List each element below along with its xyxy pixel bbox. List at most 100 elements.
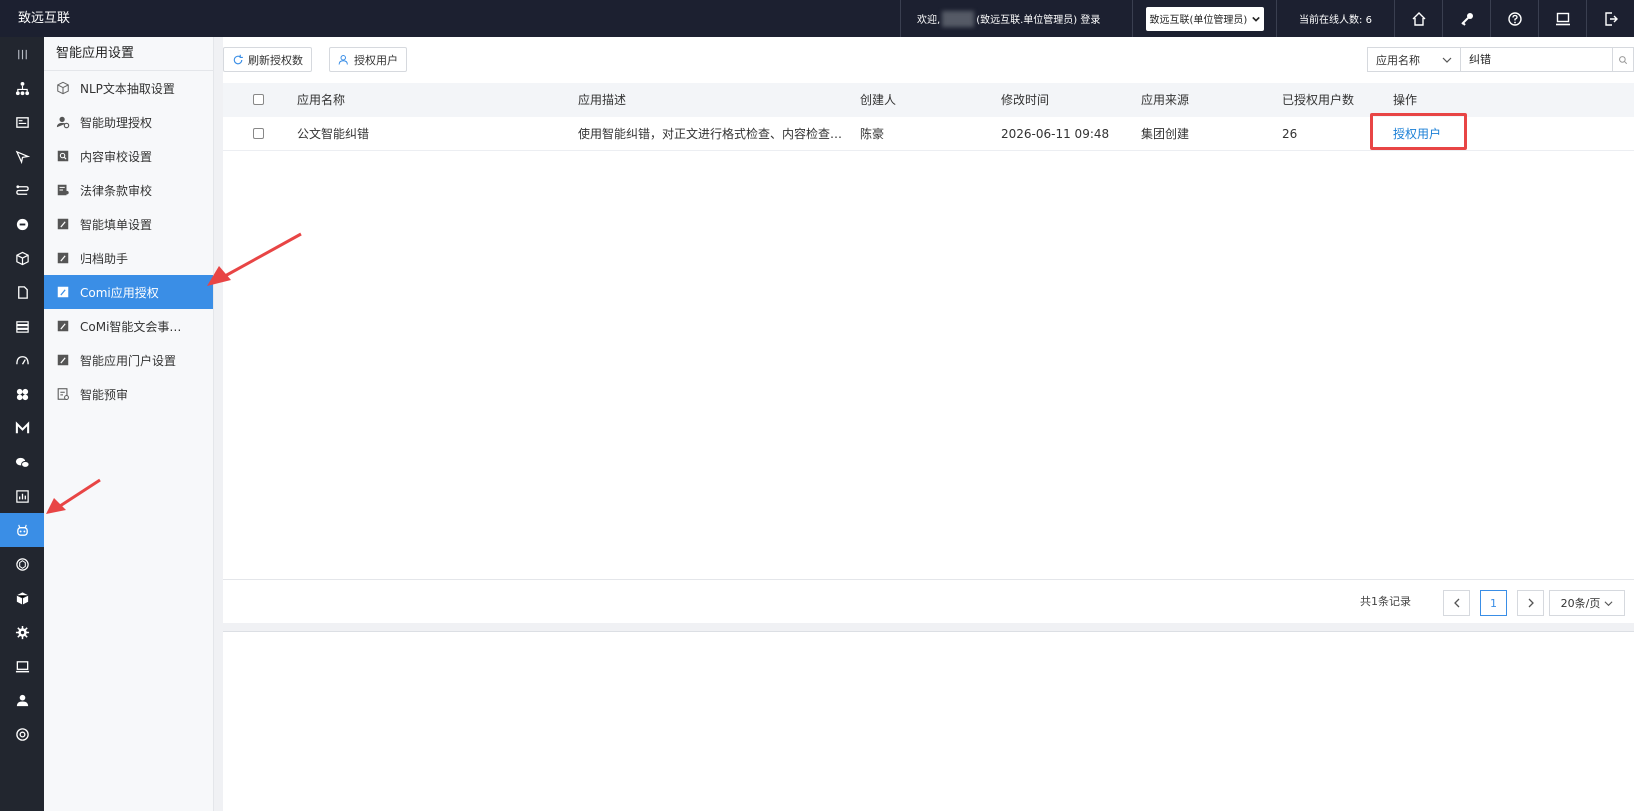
authorize-user-button[interactable]: 授权用户 (329, 47, 407, 72)
package-icon (16, 591, 28, 605)
sidebar-item-pre-review[interactable]: 智能预审 (44, 377, 213, 411)
nav-settings[interactable] (0, 615, 44, 649)
sidebar-title: 智能应用设置 (44, 37, 213, 71)
cell-app-description: 使用智能纠错，对正文进行格式检查、内容检查… (578, 127, 843, 141)
sidebar-item-comi-auth[interactable]: Comi应用授权 (44, 275, 213, 309)
nav-apps[interactable] (0, 377, 44, 411)
edit-icon (57, 354, 69, 366)
top-bar: 致远互联 欢迎, (致远互联.单位管理员) 登录 致远互联(单位管理员) 当前在… (0, 0, 1634, 37)
search-input[interactable]: 纠错 (1461, 47, 1613, 72)
nav-gauge[interactable] (0, 343, 44, 377)
sidebar-item-legal[interactable]: 法律条款审校 (44, 173, 213, 207)
user-name-redacted (942, 10, 975, 27)
nav-org[interactable] (0, 71, 44, 105)
filter-field-select[interactable]: 应用名称 (1367, 47, 1461, 72)
main-panel: 刷新授权数 授权用户 应用名称 纠错 应用名称 应用描述 创建人 修改时间 应用… (223, 37, 1634, 623)
logout-button[interactable] (1586, 0, 1634, 37)
pen-icon (15, 150, 30, 164)
cell-authorized-count: 26 (1282, 127, 1298, 141)
key-icon (1460, 12, 1473, 26)
gauge-icon (15, 355, 29, 365)
cube-icon (57, 81, 69, 95)
nav-form[interactable] (0, 105, 44, 139)
doc-user-icon (57, 184, 69, 196)
sidebar-item-content-review[interactable]: 内容审校设置 (44, 139, 213, 173)
app-icon-bar (0, 37, 44, 811)
nav-wechat[interactable] (0, 445, 44, 479)
key-button[interactable] (1442, 0, 1490, 37)
highlight-annotation-box (1370, 113, 1467, 150)
nav-support[interactable] (0, 717, 44, 751)
chevron-left-icon (1453, 598, 1459, 608)
menu-toggle[interactable] (0, 37, 44, 71)
nav-report[interactable] (0, 479, 44, 513)
cell-app-name: 公文智能纠错 (297, 127, 370, 141)
sidebar-item-archive[interactable]: 归档助手 (44, 241, 213, 275)
cell-source: 集团创建 (1141, 127, 1190, 141)
user-gear-icon (56, 116, 70, 129)
edit-icon (57, 218, 69, 230)
sidebar-item-form-fill[interactable]: 智能填单设置 (44, 207, 213, 241)
col-header-creator: 创建人 (860, 93, 897, 107)
nav-docs[interactable] (0, 275, 44, 309)
gear-icon (15, 625, 29, 639)
col-header-authorized: 已授权用户数 (1282, 93, 1355, 107)
nav-flow[interactable] (0, 173, 44, 207)
monitor-button[interactable] (1538, 0, 1586, 37)
detail-panel (223, 631, 1634, 811)
nav-archive[interactable] (0, 309, 44, 343)
edit-icon (57, 320, 69, 332)
sidebar-item-assistant[interactable]: 智能助理授权 (44, 105, 213, 139)
nav-mail[interactable] (0, 411, 44, 445)
nav-package[interactable] (0, 581, 44, 615)
cell-modified: 2026-06-11 09:48 (1001, 127, 1110, 141)
page-size-select[interactable]: 20条/页 (1549, 590, 1625, 616)
table-header: 应用名称 应用描述 创建人 修改时间 应用来源 已授权用户数 操作 (223, 83, 1634, 117)
settings-sidebar: 智能应用设置 NLP文本抽取设置 智能助理授权 内容审校设置 法律条款审校 智能… (44, 37, 214, 811)
pagination: 共1条记录 1 20条/页 (223, 579, 1634, 623)
prev-page-button[interactable] (1443, 590, 1470, 616)
chevron-right-icon (1528, 598, 1534, 608)
help-button[interactable] (1490, 0, 1538, 37)
col-header-modified: 修改时间 (1001, 93, 1050, 107)
chevron-down-icon (1442, 57, 1452, 63)
robot-icon (16, 524, 28, 536)
col-header-description: 应用描述 (578, 93, 627, 107)
report-icon (15, 489, 29, 503)
sidebar-item-portal[interactable]: 智能应用门户设置 (44, 343, 213, 377)
col-header-action: 操作 (1393, 93, 1418, 107)
support-icon (15, 727, 29, 741)
apps-icon (16, 388, 28, 400)
nav-pen[interactable] (0, 139, 44, 173)
edit-icon (57, 252, 69, 264)
chevron-down-icon (1604, 600, 1613, 606)
chevron-down-icon (1251, 16, 1260, 22)
user-add-icon (338, 54, 348, 65)
role-select[interactable]: 致远互联(单位管理员) (1145, 6, 1264, 31)
online-count: 当前在线人数: 6 (1276, 0, 1394, 37)
user-icon (16, 694, 28, 706)
nav-3d[interactable] (0, 547, 44, 581)
nav-ai-robot[interactable] (0, 513, 44, 547)
nav-cube[interactable] (0, 241, 44, 275)
page-button-current[interactable]: 1 (1480, 590, 1507, 616)
home-button[interactable] (1394, 0, 1442, 37)
row-checkbox[interactable] (253, 128, 264, 139)
document-icon (17, 285, 28, 299)
col-header-name: 应用名称 (297, 93, 346, 107)
sidebar-item-comi-meeting[interactable]: CoMi智能文会事… (44, 309, 213, 343)
desktop-icon (15, 660, 29, 672)
nav-user[interactable] (0, 683, 44, 717)
nav-badge[interactable] (0, 207, 44, 241)
org-chart-icon (15, 81, 29, 95)
edit-icon (57, 286, 69, 298)
nav-desktop[interactable] (0, 649, 44, 683)
select-all-checkbox[interactable] (253, 94, 264, 105)
monitor-icon (1555, 12, 1570, 25)
next-page-button[interactable] (1517, 590, 1544, 616)
search-button[interactable] (1613, 47, 1634, 72)
role-select-wrap: 致远互联(单位管理员) (1132, 0, 1276, 37)
home-icon (1412, 11, 1425, 26)
refresh-auth-button[interactable]: 刷新授权数 (223, 47, 312, 72)
sidebar-item-nlp[interactable]: NLP文本抽取设置 (44, 71, 213, 105)
